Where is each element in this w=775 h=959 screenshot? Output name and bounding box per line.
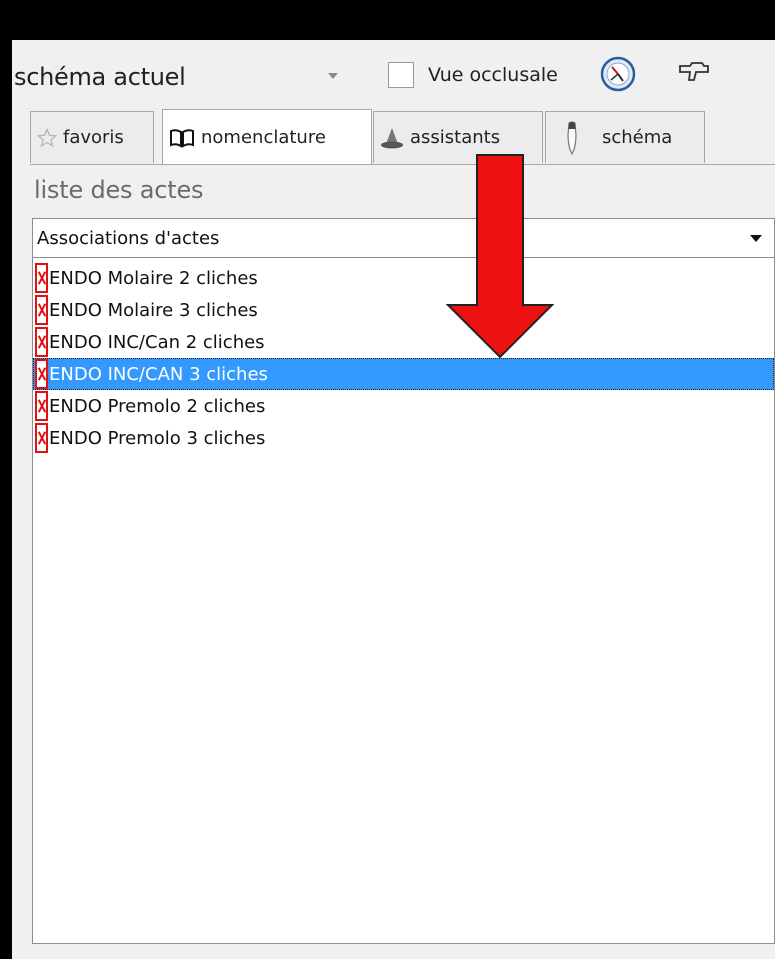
list-item[interactable]: ENDO Premolo 3 cliches	[33, 422, 774, 454]
tool-icon[interactable]	[676, 58, 712, 92]
annotation-arrow	[444, 153, 556, 363]
tab-label: assistants	[410, 127, 501, 148]
star-icon	[37, 127, 57, 148]
tab-favoris[interactable]: favoris	[30, 111, 154, 163]
view-select[interactable]: schéma actuel	[12, 55, 372, 99]
tab-label: schéma	[602, 127, 673, 148]
tab-label: favoris	[63, 127, 124, 148]
list-item[interactable]: ENDO Molaire 2 cliches	[33, 262, 774, 294]
clock-icon[interactable]	[600, 56, 636, 96]
tooth-icon	[564, 120, 580, 155]
tab-label: nomenclature	[201, 127, 326, 148]
list-item-label: ENDO Molaire 3 cliches	[49, 299, 258, 321]
acts-filter-value: Associations d'actes	[37, 227, 220, 249]
list-item-label: ENDO Molaire 2 cliches	[49, 267, 258, 289]
tab-nomenclature[interactable]: nomenclature	[162, 109, 372, 165]
occlusal-checkbox[interactable]	[388, 62, 414, 88]
acts-filter-select[interactable]: Associations d'actes	[32, 218, 775, 258]
list-item-label: ENDO INC/CAN 3 cliches	[49, 363, 268, 385]
tab-schema[interactable]: schéma	[545, 111, 705, 163]
occlusal-checkbox-label[interactable]: Vue occlusale	[428, 62, 558, 88]
view-select-value: schéma actuel	[14, 63, 186, 91]
tab-divider	[30, 164, 775, 165]
list-item-label: ENDO INC/Can 2 cliches	[49, 331, 265, 353]
list-item[interactable]: ENDO INC/Can 2 cliches	[33, 326, 774, 358]
acts-list-title: liste des actes	[34, 176, 204, 204]
missing-image-icon	[35, 391, 48, 421]
list-item[interactable]: ENDO Molaire 3 cliches	[33, 294, 774, 326]
missing-image-icon	[35, 423, 48, 453]
missing-image-icon	[35, 263, 48, 293]
list-item-label: ENDO Premolo 3 cliches	[49, 427, 266, 449]
chevron-down-icon	[328, 73, 338, 79]
list-item[interactable]: ENDO Premolo 2 cliches	[33, 390, 774, 422]
dropdown-arrow-icon	[750, 235, 762, 242]
book-icon	[169, 128, 195, 148]
missing-image-icon	[35, 359, 48, 389]
missing-image-icon	[35, 327, 48, 357]
acts-list[interactable]: ENDO Molaire 2 cliches ENDO Molaire 3 cl…	[32, 258, 775, 944]
missing-image-icon	[35, 295, 48, 325]
list-item-label: ENDO Premolo 2 cliches	[49, 395, 266, 417]
wizard-hat-icon	[380, 126, 404, 150]
list-item-selected[interactable]: ENDO INC/CAN 3 cliches	[33, 358, 774, 390]
